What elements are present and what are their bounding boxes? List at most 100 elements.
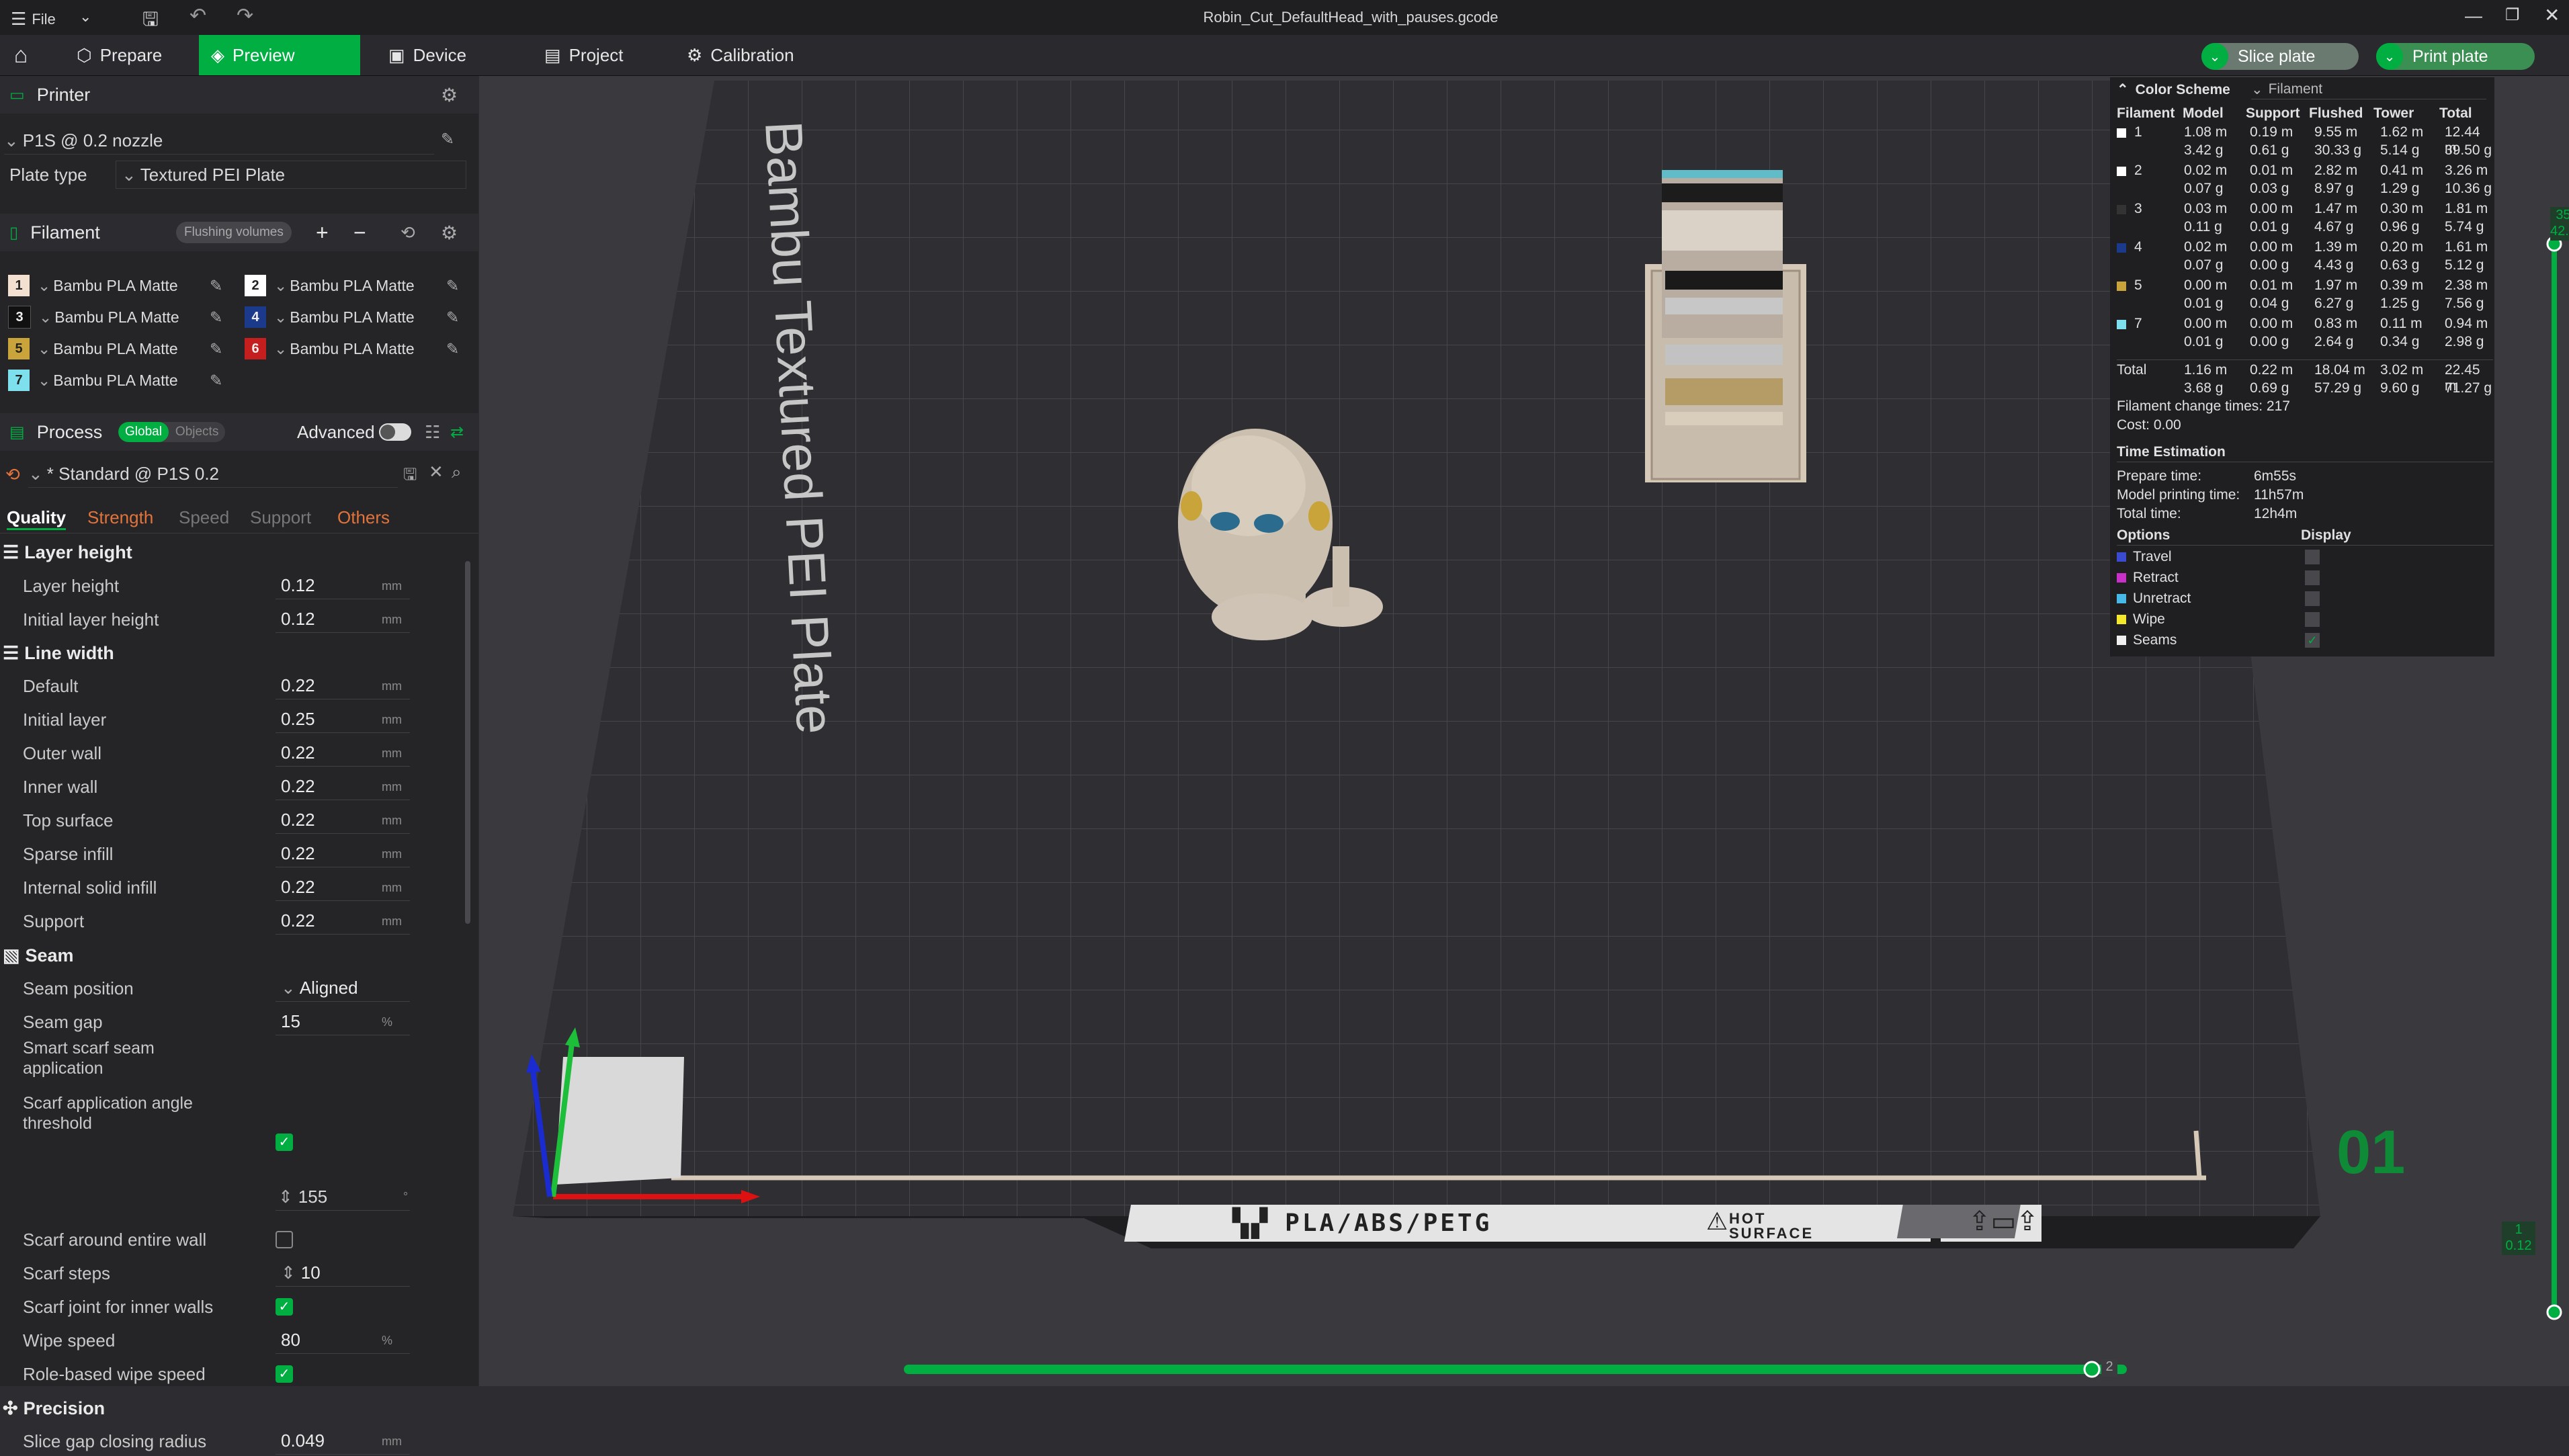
move-slider-track[interactable] <box>904 1365 2127 1374</box>
chevron-up-icon[interactable]: ⌃ <box>2117 81 2129 98</box>
filament-color-swatch[interactable]: 7 <box>8 370 30 391</box>
stat-flushed-value: 4.67 g <box>2314 219 2354 234</box>
close-icon[interactable]: ✕ <box>2544 4 2560 26</box>
filament-usage-row: 5 0.00 m 0.01 g 0.01 m 0.04 g 1.97 m 6.27 g 0.3… <box>2117 277 2493 315</box>
printer-preset-select[interactable]: ⌄ P1S @ 0.2 nozzle <box>4 127 434 155</box>
edit-icon[interactable]: ✎ <box>446 308 459 327</box>
color-scheme-select[interactable]: ⌄ Filament <box>2251 80 2486 99</box>
stat-support-value: 0.00 m <box>2250 316 2293 331</box>
flushing-volumes-button[interactable]: Flushing volumes <box>176 222 292 243</box>
home-icon[interactable]: ⌂ <box>0 35 42 75</box>
file-menu[interactable]: ☰ File <box>11 9 56 30</box>
edit-icon[interactable]: ✎ <box>446 277 459 295</box>
sync-icon[interactable]: ⟲ <box>401 222 415 243</box>
filament-slot-1[interactable]: 1 ⌄ Bambu PLA Matte ✎ <box>8 272 222 299</box>
list-icon[interactable]: ☷ <box>425 422 440 443</box>
tab-calibration[interactable]: ⚙ Calibration <box>675 35 829 75</box>
redo-icon[interactable]: ↷ <box>237 4 253 28</box>
scarf-inner-checkbox[interactable]: ✓ <box>276 1298 293 1316</box>
reset-icon[interactable]: ⟲ <box>5 464 20 485</box>
display-title: Display <box>2301 527 2351 543</box>
global-objects-toggle[interactable]: Global Objects <box>118 422 226 442</box>
chevron-down-icon[interactable]: ⌄ <box>79 8 91 26</box>
tab-support[interactable]: Support <box>250 507 311 528</box>
layer-slider-track[interactable] <box>2552 244 2557 1312</box>
filament-icon: ▯ <box>9 223 19 242</box>
filament-slot-7[interactable]: 7 ⌄ Bambu PLA Matte ✎ <box>8 367 222 394</box>
advanced-toggle[interactable] <box>379 423 411 441</box>
edit-icon[interactable]: ✎ <box>210 372 222 390</box>
filament-slot-4[interactable]: 4 ⌄ Bambu PLA Matte ✎ <box>245 304 459 331</box>
filament-slot-5[interactable]: 5 ⌄ Bambu PLA Matte ✎ <box>8 335 222 362</box>
seams-display-checkbox[interactable]: ✓ <box>2305 633 2320 648</box>
scarf-steps-spinner[interactable]: ⇕ 10 <box>276 1260 410 1287</box>
filament-slot-2[interactable]: 2 ⌄ Bambu PLA Matte ✎ <box>245 272 459 299</box>
tab-others[interactable]: Others <box>337 507 390 528</box>
scarf-entire-checkbox[interactable] <box>276 1231 293 1248</box>
scarf-angle-spinner[interactable]: ⇕ 155 ° <box>276 1183 410 1211</box>
edit-icon[interactable]: ✎ <box>210 277 222 295</box>
edit-icon[interactable]: ✎ <box>210 340 222 358</box>
edit-icon[interactable]: ✎ <box>446 340 459 358</box>
save-preset-icon[interactable]: 🖫 <box>403 463 417 490</box>
travel-display-checkbox[interactable] <box>2305 550 2320 564</box>
print-plate-button[interactable]: ⌄ Print plate <box>2376 43 2535 70</box>
spinner-icon[interactable]: ⇕ <box>278 1187 293 1207</box>
global-option[interactable]: Global <box>118 422 169 442</box>
smart-scarf-checkbox[interactable]: ✓ <box>276 1133 293 1151</box>
filament-color-swatch[interactable]: 3 <box>8 306 31 329</box>
tab-speed[interactable]: Speed <box>179 507 229 528</box>
compare-icon[interactable]: ⇄ <box>450 423 464 442</box>
option-wipe: Wipe <box>2117 611 2165 628</box>
slice-plate-button[interactable]: ⌄ Slice plate <box>2201 43 2359 70</box>
filament-color-swatch[interactable]: 1 <box>8 275 30 296</box>
chevron-down-icon: ⌄ <box>281 978 296 998</box>
chevron-down-icon: ⌄ <box>38 371 51 389</box>
edit-icon[interactable]: ✎ <box>210 308 222 327</box>
filament-color-swatch[interactable]: 5 <box>8 338 30 359</box>
stat-total-value: 1.81 m <box>2445 201 2488 216</box>
undo-icon[interactable]: ↶ <box>189 4 206 28</box>
process-preset-select[interactable]: ⌄ * Standard @ P1S 0.2 <box>28 460 398 488</box>
filament-color-swatch[interactable]: 6 <box>245 338 266 359</box>
retract-display-checkbox[interactable] <box>2305 570 2320 585</box>
edit-icon[interactable]: ✎ <box>441 130 454 149</box>
filament-slot-3[interactable]: 3 ⌄ Bambu PLA Matte ✎ <box>8 304 222 331</box>
search-icon[interactable]: ⌕ <box>452 462 462 483</box>
filament-usage-row: 1 1.08 m 3.42 g 0.19 m 0.61 g 9.55 m 30.33 g 1.… <box>2117 124 2493 162</box>
gear-icon[interactable]: ⚙ <box>441 222 458 244</box>
tab-strength[interactable]: Strength <box>87 507 153 528</box>
tab-quality[interactable]: Quality <box>7 507 67 530</box>
tab-device[interactable]: ▣ Device <box>376 35 511 75</box>
filament-color-swatch[interactable]: 4 <box>245 306 266 328</box>
seam-position-row: Seam position ⌄ Aligned <box>0 974 464 1003</box>
chevron-down-icon[interactable]: ⌄ <box>2376 43 2403 70</box>
seam-position-select[interactable]: ⌄ Aligned <box>276 975 410 1002</box>
restore-icon[interactable]: ❐ <box>2505 5 2520 25</box>
filament-slot-6[interactable]: 6 ⌄ Bambu PLA Matte ✎ <box>245 335 459 362</box>
color-scheme-header[interactable]: ⌃ Color Scheme <box>2117 81 2230 98</box>
gear-icon[interactable]: ⚙ <box>441 84 458 106</box>
settings-scrollbar[interactable] <box>465 561 470 924</box>
role-wipe-checkbox[interactable]: ✓ <box>276 1365 293 1383</box>
objects-option[interactable]: Objects <box>169 422 225 442</box>
unretract-display-checkbox[interactable] <box>2305 591 2320 606</box>
wipe-display-checkbox[interactable] <box>2305 612 2320 627</box>
spinner-icon[interactable]: ⇕ <box>281 1262 296 1283</box>
advanced-label: Advanced <box>297 421 375 442</box>
remove-icon[interactable]: − <box>353 220 366 245</box>
stat-support-value: 0.01 m <box>2250 163 2293 178</box>
save-icon[interactable]: 🖫 <box>142 5 159 38</box>
filament-color-swatch[interactable]: 2 <box>245 275 266 296</box>
layer-slider-bottom-thumb[interactable] <box>2546 1304 2562 1320</box>
tab-project[interactable]: ▤ Project <box>532 35 667 75</box>
add-icon[interactable]: + <box>316 220 329 245</box>
initial-layer-height-row: Initial layer height 0.12 mm <box>0 605 464 634</box>
tab-preview[interactable]: ◈ Preview <box>199 35 360 75</box>
chevron-down-icon[interactable]: ⌄ <box>2201 43 2228 70</box>
tab-prepare[interactable]: ⬡ Prepare <box>65 35 192 75</box>
plate-type-select[interactable]: ⌄ Textured PEI Plate <box>116 161 466 189</box>
minimize-icon[interactable]: — <box>2465 5 2482 26</box>
close-icon[interactable]: ✕ <box>429 462 444 482</box>
move-slider-thumb[interactable] <box>2083 1361 2101 1378</box>
